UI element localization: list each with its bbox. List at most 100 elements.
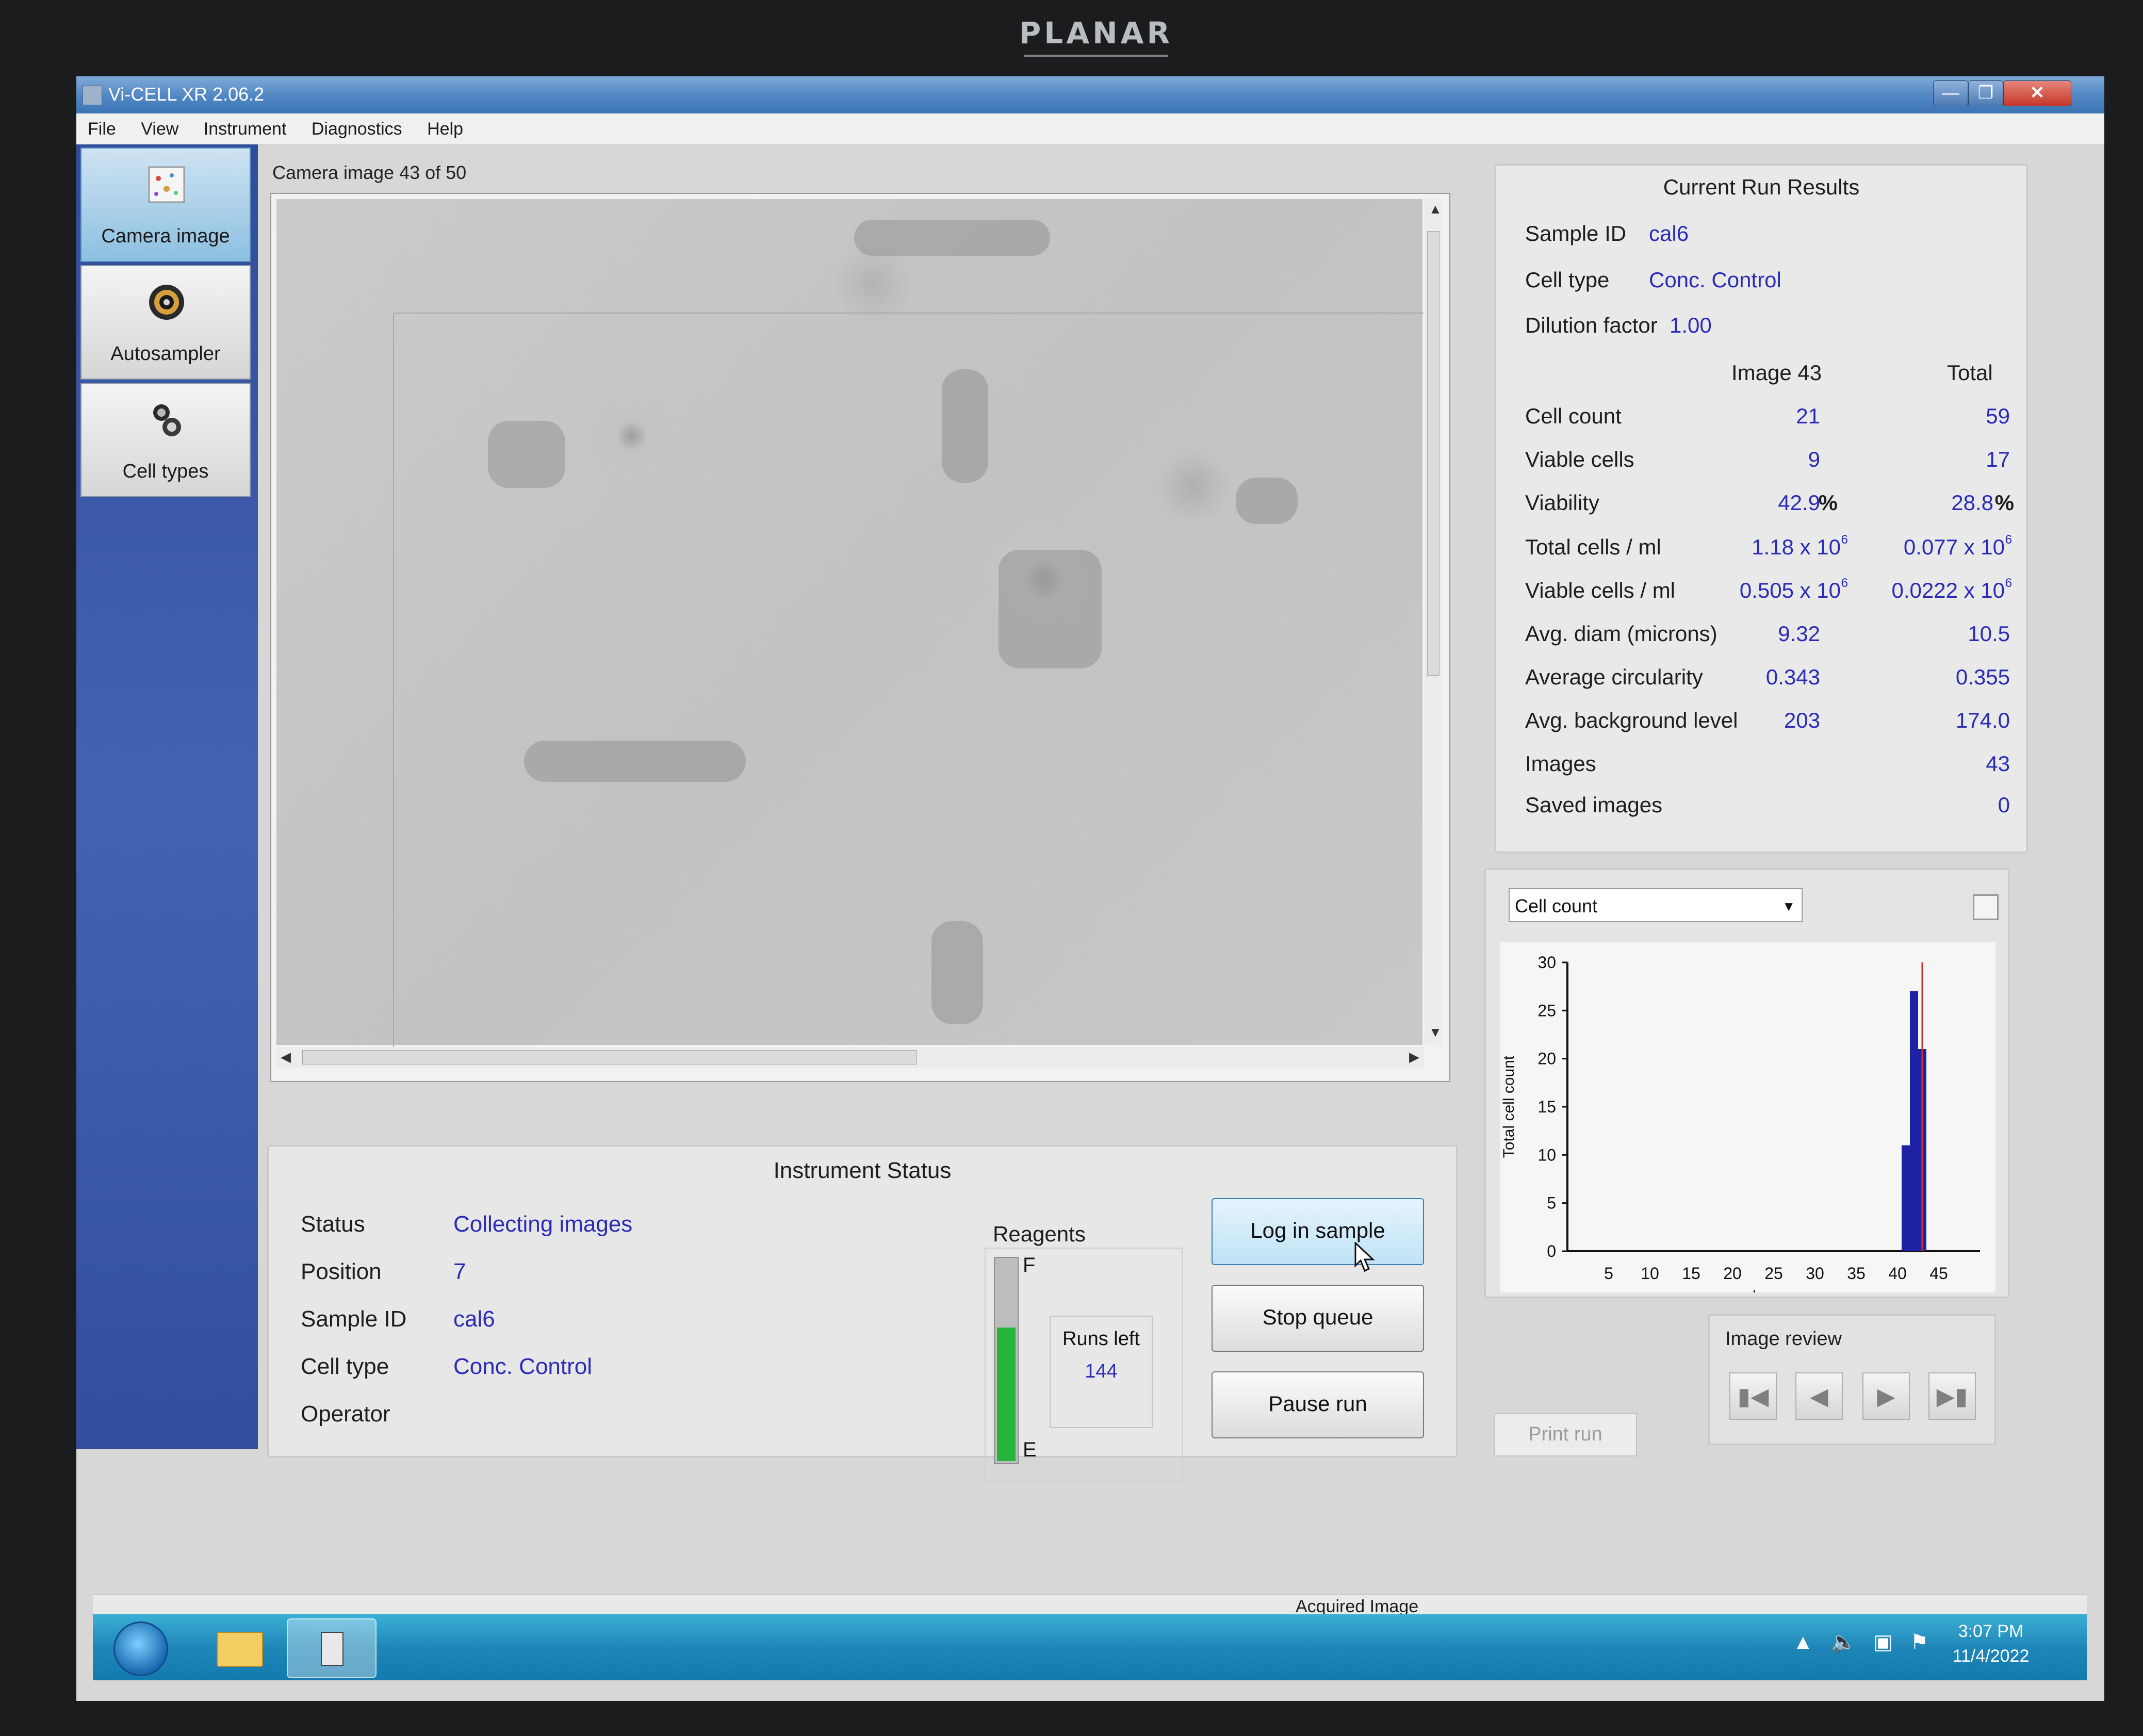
scroll-up-arrow-icon[interactable]: ▲	[1429, 201, 1442, 217]
y-tick-label: 10	[1537, 1145, 1556, 1164]
menu-view[interactable]: View	[141, 113, 178, 144]
position-value: 7	[453, 1259, 466, 1284]
result-row-image-value: 203	[1784, 708, 1820, 732]
log-in-sample-button[interactable]: Log in sample	[1212, 1198, 1424, 1265]
next-image-button[interactable]: ▶	[1862, 1372, 1910, 1420]
result-row-label: Viable cells	[1525, 447, 1634, 471]
left-navigation: Camera image Autosampler Cell types	[76, 144, 258, 1449]
position-label: Position	[301, 1259, 382, 1284]
volume-icon[interactable]: 🔈	[1830, 1631, 1856, 1653]
pause-run-button[interactable]: Pause run	[1212, 1371, 1424, 1438]
result-row-label: Avg. background level	[1525, 708, 1738, 732]
clock-date[interactable]: 11/4/2022	[1944, 1646, 2037, 1666]
title-bar: Vi-CELL XR 2.06.2 — ❐ ✕	[76, 76, 2104, 113]
print-run-button[interactable]: Print run	[1494, 1413, 1637, 1456]
folder-icon	[217, 1632, 263, 1667]
percent-unit: %	[1818, 490, 1838, 515]
status-sample-id-label: Sample ID	[301, 1306, 407, 1332]
previous-icon: ◀	[1810, 1383, 1828, 1410]
app-icon	[83, 86, 102, 105]
horizontal-scroll-thumb[interactable]	[302, 1050, 917, 1064]
vertical-scrollbar[interactable]: ▲ ▼	[1425, 199, 1442, 1045]
maximize-button[interactable]: ❐	[1968, 80, 2003, 106]
menu-diagnostics[interactable]: Diagnostics	[312, 113, 402, 144]
dilution-factor-value: 1.00	[1670, 313, 1712, 337]
camera-image[interactable]	[276, 199, 1424, 1051]
stop-queue-button[interactable]: Stop queue	[1212, 1285, 1424, 1352]
mouse-pointer-icon	[1354, 1242, 1375, 1272]
result-row-image-value: 0.505 x 10	[1739, 578, 1841, 602]
minimize-button[interactable]: —	[1933, 80, 1968, 106]
result-row-image-value: 0.343	[1765, 665, 1820, 689]
action-center-flag-icon[interactable]: ⚑	[1910, 1631, 1928, 1653]
y-tick-label: 20	[1537, 1050, 1556, 1068]
cell-type-label: Cell type	[1525, 268, 1610, 292]
debris-object	[854, 220, 1050, 256]
result-row-total-value: 43	[1986, 751, 2010, 776]
result-row-label: Total cells / ml	[1525, 535, 1661, 559]
image-review-panel: Image review ▮◀ ◀ ▶ ▶▮	[1708, 1314, 1996, 1445]
cell-count-chart: 0 5 10 15 20 25 30 5 10 15 20 25 30 35 40 45 Image Total …	[1500, 953, 1980, 1304]
x-tick-label: 15	[1682, 1264, 1700, 1283]
show-hidden-icons-icon[interactable]: ▲	[1793, 1631, 1813, 1653]
column-header-image: Image 43	[1731, 361, 1822, 385]
monitor-brand: PLANAR	[1019, 15, 1173, 51]
chart-panel: Cell count ▼ 0 5 10 15 20 25 30 5 10 15 20 25 30 35 40…	[1484, 868, 2009, 1304]
next-icon: ▶	[1877, 1383, 1895, 1410]
gauge-empty-label: E	[1023, 1438, 1037, 1461]
nav-cell-types[interactable]: Cell types	[80, 383, 251, 497]
runs-left-value: 144	[1085, 1361, 1118, 1382]
result-row-total-value: 28.8	[1951, 490, 1993, 515]
debris-object	[942, 369, 988, 483]
result-row-total-value: 0.077 x 10	[1903, 535, 2005, 559]
status-cell-type-label: Cell type	[301, 1354, 389, 1379]
windows-start-icon[interactable]	[113, 1622, 168, 1676]
vertical-scroll-thumb[interactable]	[1427, 231, 1439, 676]
nav-camera-image[interactable]: Camera image	[80, 148, 251, 262]
cell-types-icon	[153, 404, 181, 436]
menu-instrument[interactable]: Instrument	[204, 113, 287, 144]
clock-time[interactable]: 3:07 PM	[1944, 1622, 2037, 1642]
scroll-left-arrow-icon[interactable]: ◀	[281, 1049, 291, 1065]
expand-chart-button[interactable]	[1973, 894, 1999, 920]
menu-help[interactable]: Help	[427, 113, 463, 144]
previous-image-button[interactable]: ◀	[1795, 1372, 1843, 1420]
chart-metric-dropdown[interactable]: Cell count ▼	[1509, 888, 1803, 922]
y-tick-label: 25	[1537, 1001, 1556, 1020]
nav-autosampler[interactable]: Autosampler	[80, 265, 251, 380]
cell-object	[488, 421, 565, 488]
reagents-title: Reagents	[993, 1222, 1086, 1246]
result-row-total-value: 174.0	[1955, 708, 2010, 732]
scroll-right-arrow-icon[interactable]: ▶	[1409, 1049, 1419, 1065]
status-value: Collecting images	[453, 1211, 633, 1237]
network-icon[interactable]: ▣	[1873, 1631, 1893, 1653]
horizontal-scrollbar[interactable]: ◀ ▶	[276, 1047, 1425, 1068]
skip-last-icon: ▶▮	[1936, 1383, 1968, 1410]
y-axis-title: Total cell count	[1500, 1055, 1517, 1158]
last-image-button[interactable]: ▶▮	[1928, 1372, 1976, 1420]
image-review-title: Image review	[1725, 1328, 1842, 1350]
system-tray: ▲ 🔈 ▣ ⚑	[1793, 1630, 1928, 1654]
reagent-level-fill	[997, 1328, 1016, 1461]
window-title: Vi-CELL XR 2.06.2	[108, 84, 265, 105]
vicell-app-icon	[321, 1632, 343, 1666]
brand-underline	[1024, 55, 1168, 57]
status-label: Status	[301, 1211, 365, 1237]
sample-id-label: Sample ID	[1525, 221, 1627, 245]
result-row-image-value: 42.9	[1778, 490, 1820, 515]
x-tick-label: 20	[1723, 1264, 1742, 1283]
close-button[interactable]: ✕	[2003, 80, 2071, 106]
nav-camera-label: Camera image	[101, 225, 230, 247]
scroll-down-arrow-icon[interactable]: ▼	[1429, 1024, 1442, 1040]
first-image-button[interactable]: ▮◀	[1729, 1372, 1777, 1420]
status-bar: Acquired Image	[93, 1594, 2087, 1616]
chart-area: 0 5 10 15 20 25 30 5 10 15 20 25 30 35 40 45 Image Total …	[1500, 942, 1995, 1304]
y-tick-label: 5	[1547, 1194, 1556, 1213]
menu-file[interactable]: File	[88, 113, 116, 144]
histogram-bar	[1910, 991, 1918, 1251]
file-explorer-taskbar-button[interactable]	[193, 1618, 281, 1676]
chart-metric-selected: Cell count	[1515, 895, 1598, 916]
result-row-total-value: 0.0222 x 10	[1891, 578, 2005, 602]
vicell-taskbar-button[interactable]	[287, 1618, 377, 1678]
y-tick-label: 0	[1547, 1242, 1556, 1260]
